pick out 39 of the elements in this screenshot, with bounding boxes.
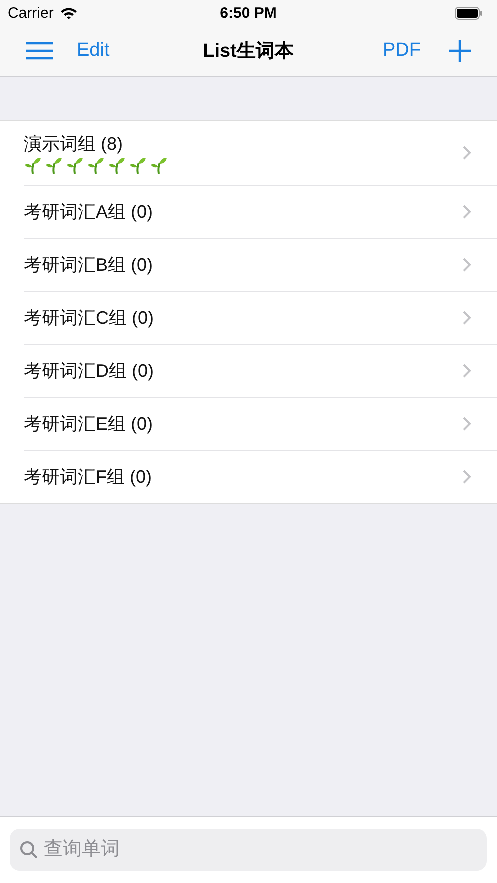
group-row[interactable]: 演示词组 (8) — [24, 121, 497, 186]
nav-title: List生词本 — [202, 40, 295, 64]
chevron-icon — [463, 311, 471, 325]
wifi-icon — [60, 6, 78, 20]
group-row[interactable]: 考研词汇E组 (0) — [24, 398, 497, 451]
search-field[interactable]: 查询单词 — [10, 829, 487, 871]
chevron-icon — [463, 417, 471, 431]
sprout-icon — [150, 156, 168, 174]
chevron-icon — [463, 470, 471, 484]
sprout-icon — [129, 156, 147, 174]
group-row[interactable]: 考研词汇D组 (0) — [24, 345, 497, 398]
chevron-icon — [463, 364, 471, 378]
group-row[interactable]: 考研词汇C组 (0) — [24, 292, 497, 345]
sprout-icon — [45, 156, 63, 174]
group-row[interactable]: 考研词汇B组 (0) — [24, 239, 497, 292]
sprout-icon — [24, 156, 42, 174]
group-name: 考研词汇C组 (0) — [24, 307, 155, 330]
sprout-icon — [108, 156, 126, 174]
group-name: 演示词组 (8) — [24, 132, 124, 156]
group-name: 考研词汇D组 (0) — [24, 360, 155, 383]
sprout-icon — [66, 156, 84, 174]
group-name: 考研词汇B组 (0) — [24, 254, 154, 277]
chevron-icon — [463, 205, 471, 219]
clock: 6:50 PM — [219, 4, 278, 22]
search-icon — [20, 841, 38, 859]
group-row[interactable]: 考研词汇F组 (0) — [24, 451, 497, 503]
group-name: 考研词汇F组 (0) — [24, 466, 153, 489]
chevron-icon — [463, 146, 471, 160]
carrier-label: Carrier — [8, 4, 54, 22]
chevron-icon — [463, 258, 471, 272]
add-icon[interactable] — [449, 40, 471, 62]
sprout-icon — [87, 156, 105, 174]
edit-button[interactable]: Edit — [77, 40, 110, 62]
group-name: 考研词汇A组 (0) — [24, 201, 154, 224]
battery-icon — [455, 6, 483, 20]
menu-icon[interactable] — [26, 42, 53, 60]
pdf-button[interactable]: PDF — [383, 40, 421, 62]
group-row[interactable]: 考研词汇A组 (0) — [24, 186, 497, 239]
group-name: 考研词汇E组 (0) — [24, 413, 154, 436]
